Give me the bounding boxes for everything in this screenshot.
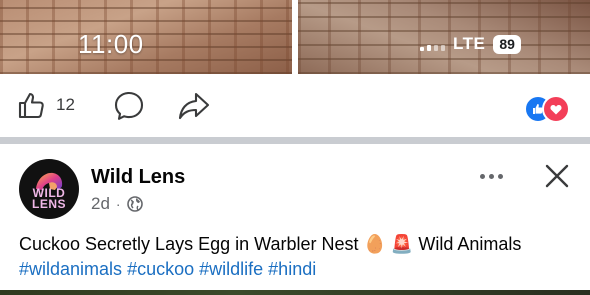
close-icon (545, 164, 569, 188)
feed-divider (0, 137, 590, 144)
meta-separator: · (115, 196, 121, 212)
close-post-button[interactable] (543, 162, 571, 190)
hashtag-cuckoo[interactable]: #cuckoo (127, 259, 194, 279)
post-actions-bar: 12 (0, 80, 590, 134)
status-time: 11:00 (78, 29, 144, 59)
post-meta: 2d · (91, 194, 143, 214)
more-options-button[interactable] (477, 166, 505, 186)
share-arrow-icon (178, 92, 210, 120)
globe-icon (126, 196, 143, 212)
thumbs-up-icon (18, 92, 44, 119)
more-dots-icon (479, 173, 485, 179)
share-button[interactable] (178, 91, 210, 121)
caption-text-2: Wild Animals (413, 234, 522, 254)
status-indicators: LTE 89 (420, 34, 521, 54)
previous-post-media[interactable]: 11:00 LTE 89 (0, 0, 590, 74)
egg-emoji: 🥚 (363, 234, 386, 254)
like-count: 12 (56, 95, 75, 114)
battery-level: 89 (493, 34, 521, 54)
post-caption: Cuckoo Secretly Lays Egg in Warbler Nest… (19, 232, 579, 282)
like-button[interactable]: 12 (17, 90, 75, 120)
caption-text: Cuckoo Secretly Lays Egg in Warbler Nest (19, 234, 364, 254)
next-media-preview[interactable] (0, 290, 590, 295)
avatar[interactable]: WILD LENS (19, 159, 79, 219)
post-time[interactable]: 2d (91, 194, 110, 214)
media-image-left[interactable] (0, 0, 292, 74)
avatar-logo-text: WILD LENS (31, 186, 66, 211)
post-author-name[interactable]: Wild Lens (91, 166, 185, 189)
hashtag-hindi[interactable]: #hindi (268, 259, 316, 279)
hashtag-wildanimals[interactable]: #wildanimals (19, 259, 122, 279)
love-reaction-icon (542, 95, 570, 123)
network-type: LTE (453, 34, 486, 53)
siren-emoji: 🚨 (390, 234, 414, 254)
comment-bubble-icon (114, 91, 144, 120)
comment-button[interactable] (113, 90, 145, 122)
hashtag-wildlife[interactable]: #wildlife (199, 259, 263, 279)
signal-strength-icon (420, 37, 445, 51)
reaction-summary[interactable] (524, 95, 574, 123)
